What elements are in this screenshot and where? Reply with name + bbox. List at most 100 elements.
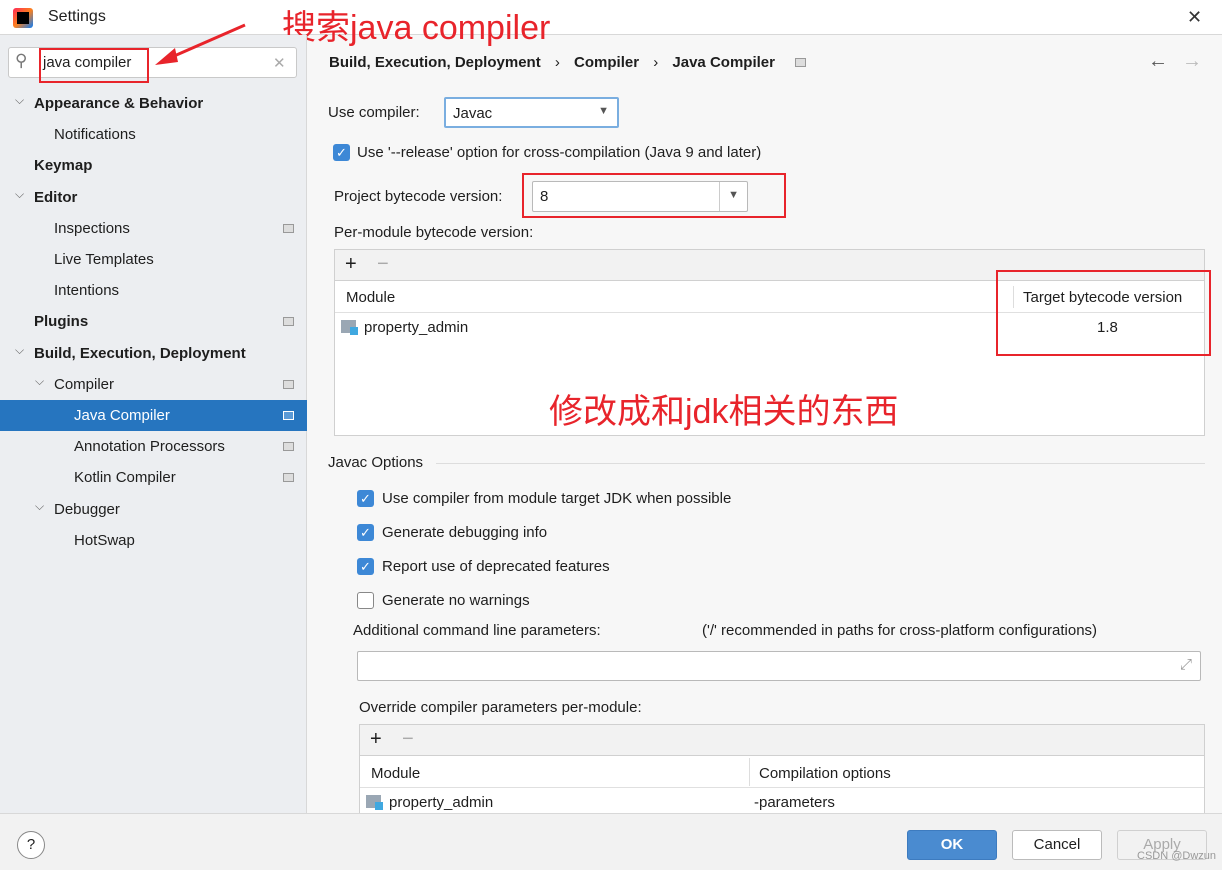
module-name: property_admin <box>364 319 469 336</box>
watermark: CSDN @Dwzun <box>1137 850 1217 862</box>
column-header-module[interactable]: Module <box>371 765 420 782</box>
sidebar-item-intentions[interactable]: Intentions <box>0 275 307 306</box>
chevron-down-icon[interactable]: ⌵ <box>15 179 24 210</box>
additional-params-hint: ('/' recommended in paths for cross-plat… <box>702 622 1098 639</box>
module-cell: property_admin <box>341 319 468 336</box>
chevron-down-icon[interactable]: ⌵ <box>15 85 24 116</box>
module-folder-icon <box>341 320 358 335</box>
breadcrumb-separator: › <box>653 54 659 71</box>
sidebar-item-editor[interactable]: ⌵ Editor <box>0 182 307 213</box>
option-checkbox[interactable]: ✓ <box>357 490 374 507</box>
close-icon[interactable]: ✕ <box>1187 7 1202 28</box>
window-title: Settings <box>48 8 106 25</box>
use-compiler-select[interactable]: Javac ▼ <box>444 97 619 128</box>
sidebar-item-notifications[interactable]: Notifications <box>0 119 307 150</box>
sidebar-item-label: Java Compiler <box>74 407 170 424</box>
annotation-box-target <box>996 270 1211 356</box>
ok-button[interactable]: OK <box>907 830 997 860</box>
option-checkbox[interactable]: ✓ <box>357 558 374 575</box>
sidebar-item-label: Intentions <box>54 282 120 300</box>
breadcrumb-item[interactable]: Build, Execution, Deployment <box>329 54 541 71</box>
remove-button[interactable]: − <box>377 253 389 276</box>
column-header-module[interactable]: Module <box>346 289 395 306</box>
option-checkbox[interactable]: ✓ <box>357 524 374 541</box>
search-icon: ⚲ <box>15 51 28 70</box>
clear-icon[interactable]: ✕ <box>273 54 286 72</box>
project-scope-icon <box>283 317 294 327</box>
forward-icon[interactable]: → <box>1182 50 1202 73</box>
option-label: Generate no warnings <box>382 592 530 609</box>
sidebar-item-debugger[interactable]: ⌵ Debugger <box>0 494 307 525</box>
annotation-box-search <box>39 48 149 83</box>
sidebar-item-appearance-behavior[interactable]: ⌵ Appearance & Behavior <box>0 88 307 119</box>
sidebar-item-label: Build, Execution, Deployment <box>34 344 246 362</box>
add-button[interactable]: + <box>345 253 357 276</box>
project-scope-icon <box>283 223 294 233</box>
remove-button[interactable]: − <box>402 728 414 751</box>
chevron-down-icon[interactable]: ⌵ <box>15 335 24 366</box>
add-button[interactable]: + <box>370 728 382 751</box>
sidebar-item-label: Compiler <box>54 375 115 393</box>
sidebar-item-label: Debugger <box>54 500 120 518</box>
release-option-label: Use '--release' option for cross-compila… <box>357 144 762 161</box>
footer: ? OK Cancel Apply CSDN @Dwzun <box>0 813 1222 870</box>
options-cell: -parameters <box>754 794 835 811</box>
sidebar-item-keymap[interactable]: Keymap <box>0 150 307 181</box>
chevron-down-icon[interactable]: ⌵ <box>35 366 44 397</box>
override-table: + − Module Compilation options property_… <box>359 724 1205 824</box>
release-option-checkbox[interactable]: ✓ <box>333 144 350 161</box>
option-label: Use compiler from module target JDK when… <box>382 490 732 507</box>
use-compiler-value: Javac <box>453 105 493 122</box>
help-button[interactable]: ? <box>17 831 45 859</box>
breadcrumb: Build, Execution, Deployment › Compiler … <box>329 54 807 71</box>
annotation-modify-note: 修改成和jdk相关的东西 <box>549 393 899 431</box>
annotation-arrow <box>155 23 246 65</box>
option-label: Report use of deprecated features <box>382 558 610 575</box>
sidebar-item-live-templates[interactable]: Live Templates <box>0 244 307 275</box>
project-scope-icon <box>283 442 294 452</box>
project-bytecode-label: Project bytecode version: <box>334 188 503 205</box>
sidebar-item-label: Inspections <box>54 219 130 237</box>
back-icon[interactable]: ← <box>1148 50 1168 73</box>
sidebar-item-label: HotSwap <box>74 531 135 549</box>
breadcrumb-separator: › <box>554 54 560 71</box>
project-scope-icon <box>283 411 294 420</box>
sidebar-item-hotswap[interactable]: HotSwap <box>0 525 307 556</box>
module-folder-icon <box>366 795 383 810</box>
additional-params-label: Additional command line parameters: <box>353 622 601 639</box>
project-scope-icon <box>283 473 294 483</box>
sidebar-item-label: Plugins <box>34 313 89 331</box>
use-compiler-label: Use compiler: <box>328 104 420 121</box>
separator <box>436 463 1205 464</box>
expand-icon[interactable]: ⤢ <box>1180 656 1192 673</box>
sidebar-item-build-execution-deployment[interactable]: ⌵ Build, Execution, Deployment <box>0 338 307 369</box>
help-icon: ? <box>26 836 36 853</box>
sidebar-item-label: Keymap <box>34 157 93 175</box>
app-logo-icon <box>13 8 33 28</box>
column-header-options[interactable]: Compilation options <box>759 765 891 782</box>
cancel-button[interactable]: Cancel <box>1012 830 1102 860</box>
annotation-search-note: 搜索java compiler <box>282 9 551 47</box>
sidebar-item-label: Kotlin Compiler <box>74 469 176 487</box>
sidebar-item-label: Annotation Processors <box>74 438 225 456</box>
chevron-down-icon[interactable]: ⌵ <box>35 491 44 522</box>
sidebar-item-label: Editor <box>34 188 78 206</box>
additional-params-input[interactable]: ⤢ <box>357 651 1201 681</box>
option-checkbox[interactable] <box>357 592 374 609</box>
module-name: property_admin <box>389 794 494 811</box>
sidebar-item-java-compiler[interactable]: Java Compiler <box>0 400 307 431</box>
project-scope-icon <box>283 379 294 389</box>
project-scope-icon <box>795 58 807 67</box>
sidebar-item-label: Notifications <box>54 126 136 144</box>
javac-options-title: Javac Options <box>328 454 424 471</box>
sidebar-item-kotlin-compiler[interactable]: Kotlin Compiler <box>0 462 307 493</box>
sidebar-item-annotation-processors[interactable]: Annotation Processors <box>0 431 307 462</box>
override-label: Override compiler parameters per-module: <box>359 699 642 716</box>
sidebar-item-plugins[interactable]: Plugins <box>0 306 307 337</box>
breadcrumb-item: Java Compiler <box>672 54 775 71</box>
sidebar-item-compiler[interactable]: ⌵ Compiler <box>0 369 307 400</box>
option-label: Generate debugging info <box>382 524 548 541</box>
breadcrumb-item[interactable]: Compiler <box>574 54 639 71</box>
sidebar-item-inspections[interactable]: Inspections <box>0 213 307 244</box>
sidebar-item-label: Live Templates <box>54 251 154 268</box>
